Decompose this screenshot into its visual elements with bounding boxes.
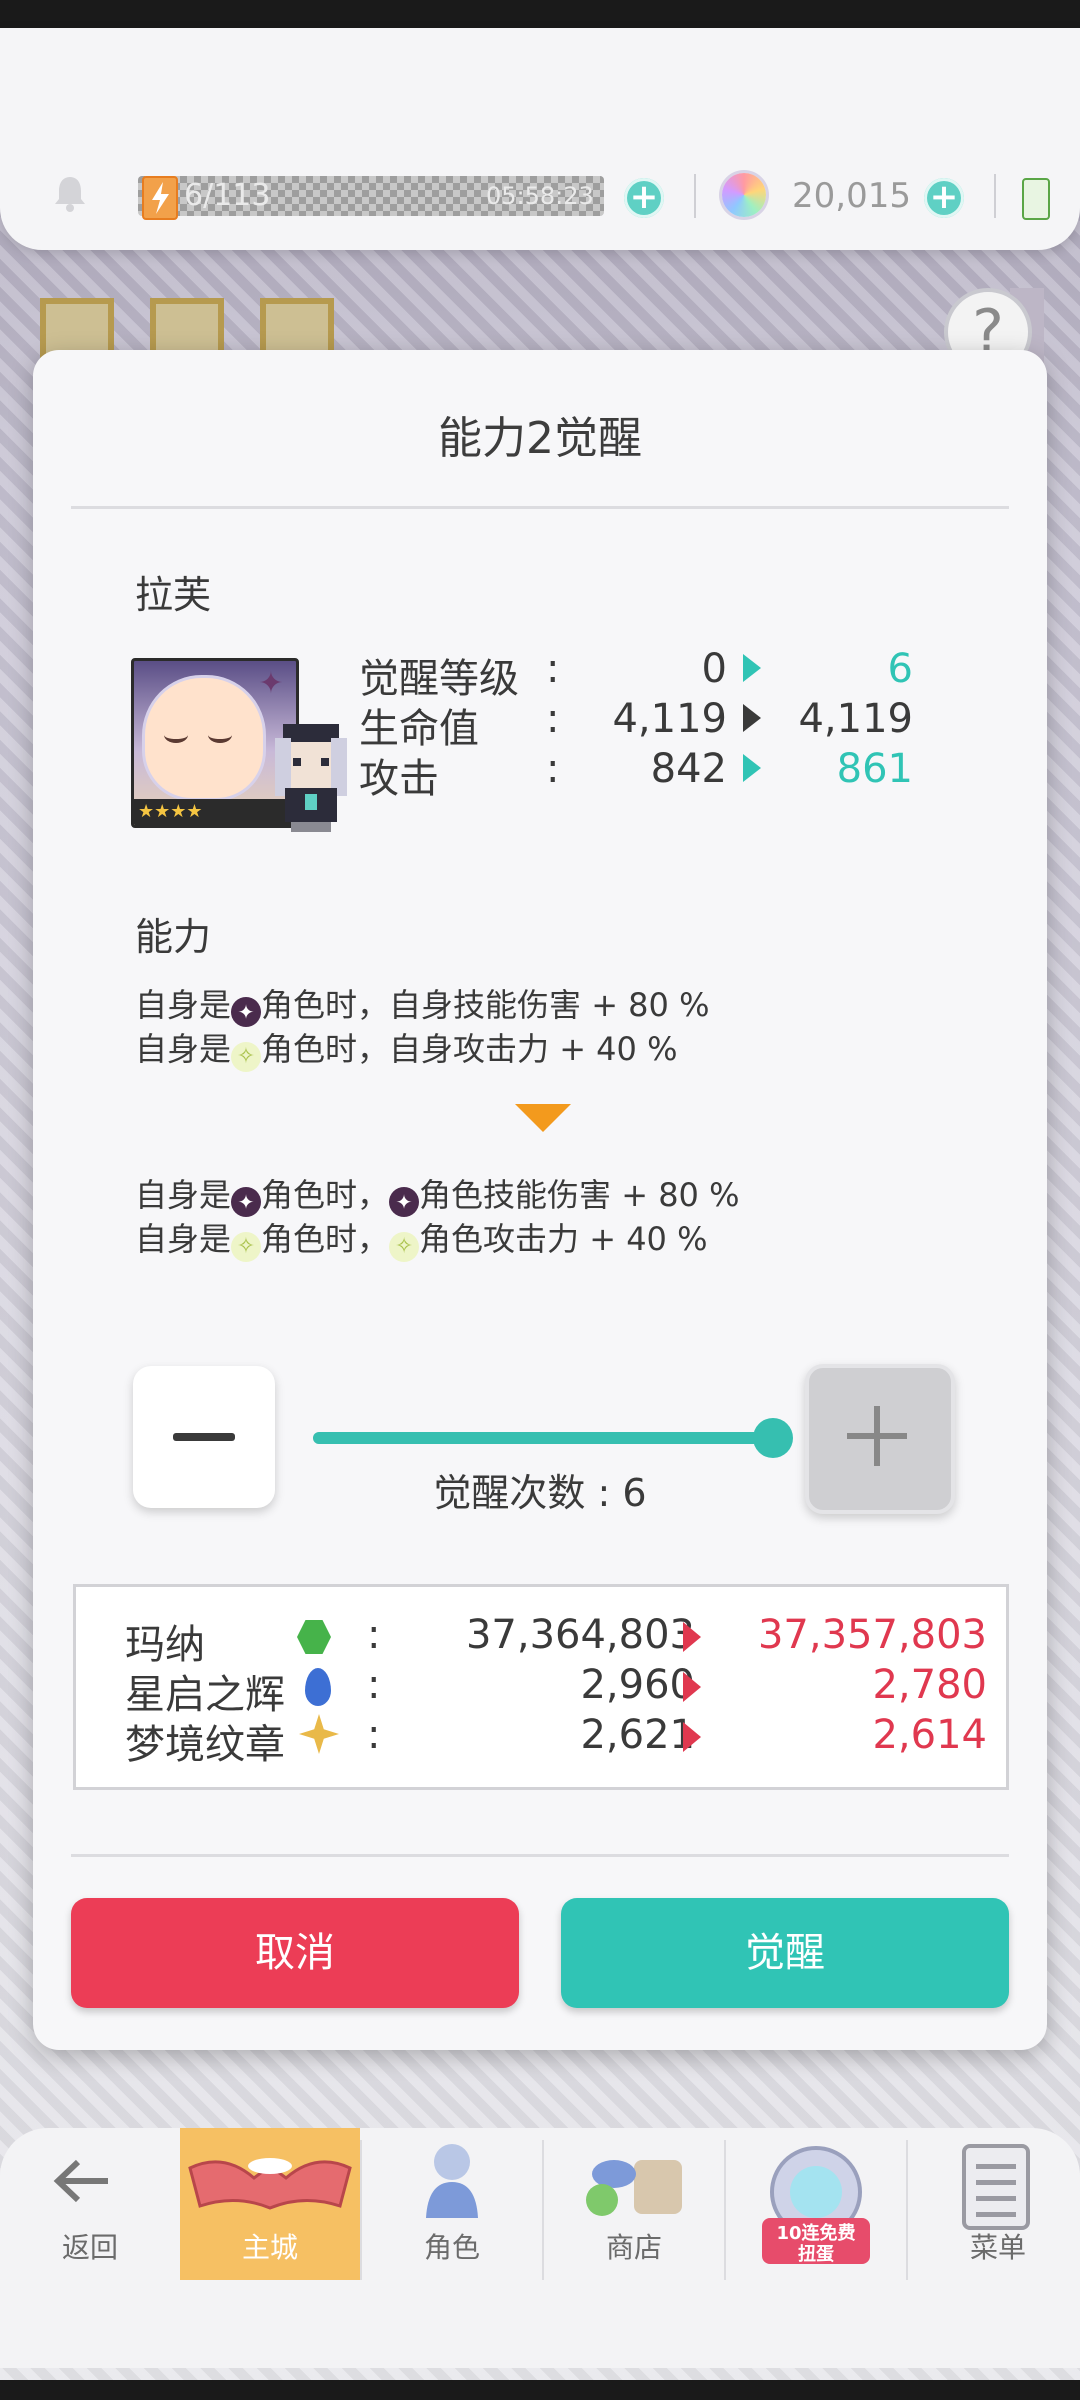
blue-crystal-icon xyxy=(305,1668,331,1706)
ability-text: 角色时， xyxy=(261,1176,390,1214)
energy-timer: 05:58:23 xyxy=(486,182,594,210)
minus-icon xyxy=(173,1433,235,1441)
ability-text: 角色攻击力 + 40 % xyxy=(419,1220,708,1258)
footer-divider xyxy=(71,1854,1009,1857)
ability-text: 角色时， xyxy=(261,1220,390,1258)
ability-after-line: 自身是 ✧ 角色时， ✧ 角色攻击力 + 40 % xyxy=(135,1214,708,1262)
ability-text: 自身是 xyxy=(135,1176,232,1214)
gacha-icon: 10连免费 扭蛋 xyxy=(762,2146,870,2265)
svg-text:10连免费: 10连免费 xyxy=(776,2222,855,2244)
dark-element-icon: ✦ xyxy=(258,666,284,701)
ability-before-line: 自身是 ✦ 角色时，自身技能伤害 + 80 % xyxy=(135,980,709,1027)
title-divider xyxy=(71,506,1009,509)
cost-old-mana: 37,364,803 xyxy=(465,1612,695,1658)
ability-text: 角色时，自身技能伤害 + 80 % xyxy=(261,986,710,1024)
stat-old-attack: 842 xyxy=(650,746,727,792)
character-icon xyxy=(426,2144,478,2218)
ability-title: 能力 xyxy=(135,915,212,959)
cost-colon: : xyxy=(367,1662,381,1708)
dark-element-icon: ✦ xyxy=(231,1187,262,1217)
nav-menu[interactable]: 菜单 xyxy=(908,2128,1080,2280)
add-gems-button[interactable]: + xyxy=(924,178,964,218)
decrease-arrow-icon xyxy=(683,1672,701,1702)
gem-count: 20,015 xyxy=(792,176,911,216)
light-element-icon: ✧ xyxy=(231,1232,262,1262)
svg-text:扭蛋: 扭蛋 xyxy=(798,2243,834,2265)
cost-new-starlight: 2,780 xyxy=(872,1662,987,1708)
rainbow-gem-icon xyxy=(722,173,766,217)
status-divider xyxy=(994,174,996,218)
awaken-slider-handle[interactable] xyxy=(753,1418,793,1458)
nav-main-city[interactable]: 主城 xyxy=(180,2128,360,2280)
nav-character[interactable]: 角色 xyxy=(362,2128,542,2280)
stat-new-hp: 4,119 xyxy=(798,696,913,742)
menu-icon xyxy=(962,2144,1030,2230)
ability-before-line: 自身是 ✧ 角色时，自身攻击力 + 40 % xyxy=(135,1024,677,1072)
cost-colon: : xyxy=(367,1612,381,1658)
nav-shop[interactable]: 商店 xyxy=(544,2128,724,2280)
energy-count: 6/113 xyxy=(184,178,271,213)
cost-name-dream-emblem: 梦境纹章 xyxy=(125,1722,285,1768)
awaken-count-label: 觉醒次数 : 6 xyxy=(433,1471,647,1515)
light-element-icon: ✧ xyxy=(389,1232,420,1262)
character-name: 拉芙 xyxy=(135,573,212,617)
nav-label: 角色 xyxy=(423,2231,480,2264)
dark-element-icon: ✦ xyxy=(389,1187,420,1217)
notification-bell-icon[interactable] xyxy=(50,173,90,213)
ability-text: 角色时，自身攻击力 + 40 % xyxy=(261,1030,678,1068)
stat-new-attack: 861 xyxy=(836,746,913,792)
decrease-arrow-icon xyxy=(683,1622,701,1652)
cost-old-starlight: 2,960 xyxy=(580,1662,695,1708)
system-home-bar xyxy=(0,2280,1080,2368)
portrait-eye xyxy=(208,727,232,743)
character-sprite-icon xyxy=(261,718,361,836)
portrait-face xyxy=(142,675,266,801)
status-divider xyxy=(694,174,696,218)
stat-old-hp: 4,119 xyxy=(612,696,727,742)
cancel-button[interactable]: 取消 xyxy=(71,1898,519,2008)
battery-icon xyxy=(1022,178,1050,220)
ability-after-line: 自身是 ✦ 角色时， ✦ 角色技能伤害 + 80 % xyxy=(135,1170,740,1217)
ability-text: 角色技能伤害 + 80 % xyxy=(419,1176,740,1214)
cost-new-mana: 37,357,803 xyxy=(757,1612,987,1658)
cost-colon: : xyxy=(367,1712,381,1758)
awaken-slider-fill xyxy=(313,1432,773,1444)
lightning-icon xyxy=(142,176,178,220)
back-arrow-icon xyxy=(53,2159,108,2203)
dialog-title: 能力2觉醒 xyxy=(438,413,642,464)
nav-label: 商店 xyxy=(605,2231,662,2264)
shop-icon xyxy=(586,2160,682,2216)
nav-label: 菜单 xyxy=(969,2231,1026,2264)
light-element-icon: ✧ xyxy=(231,1042,262,1072)
dark-element-icon: ✦ xyxy=(231,997,262,1027)
add-energy-button[interactable]: + xyxy=(624,178,664,218)
nav-gacha[interactable]: 10连免费 扭蛋 xyxy=(726,2128,906,2280)
cost-new-dream-emblem: 2,614 xyxy=(872,1712,987,1758)
ability-text: 自身是 xyxy=(135,986,232,1024)
nav-label: 返回 xyxy=(61,2231,118,2264)
down-arrow-icon xyxy=(515,1104,571,1132)
decrease-arrow-icon xyxy=(683,1722,701,1752)
ability-text: 自身是 xyxy=(135,1220,232,1258)
nav-back[interactable]: 返回 xyxy=(0,2128,180,2280)
cost-old-dream-emblem: 2,621 xyxy=(580,1712,695,1758)
nav-label: 主城 xyxy=(241,2231,298,2264)
plus-icon xyxy=(874,1406,880,1466)
awaken-dialog: 能力2觉醒 拉芙 ✦ ★★★★ 觉醒等级 : 0 6 生命值 : 4,119 4… xyxy=(33,350,1047,2050)
ability-text: 自身是 xyxy=(135,1030,232,1068)
castle-icon xyxy=(188,2158,352,2210)
portrait-eye xyxy=(164,727,188,743)
stat-old-awaken-level: 0 xyxy=(701,646,727,692)
stat-label-attack: 攻击 xyxy=(359,756,439,802)
awaken-button[interactable]: 觉醒 xyxy=(561,1898,1009,2008)
stat-new-awaken-level: 6 xyxy=(887,646,913,692)
